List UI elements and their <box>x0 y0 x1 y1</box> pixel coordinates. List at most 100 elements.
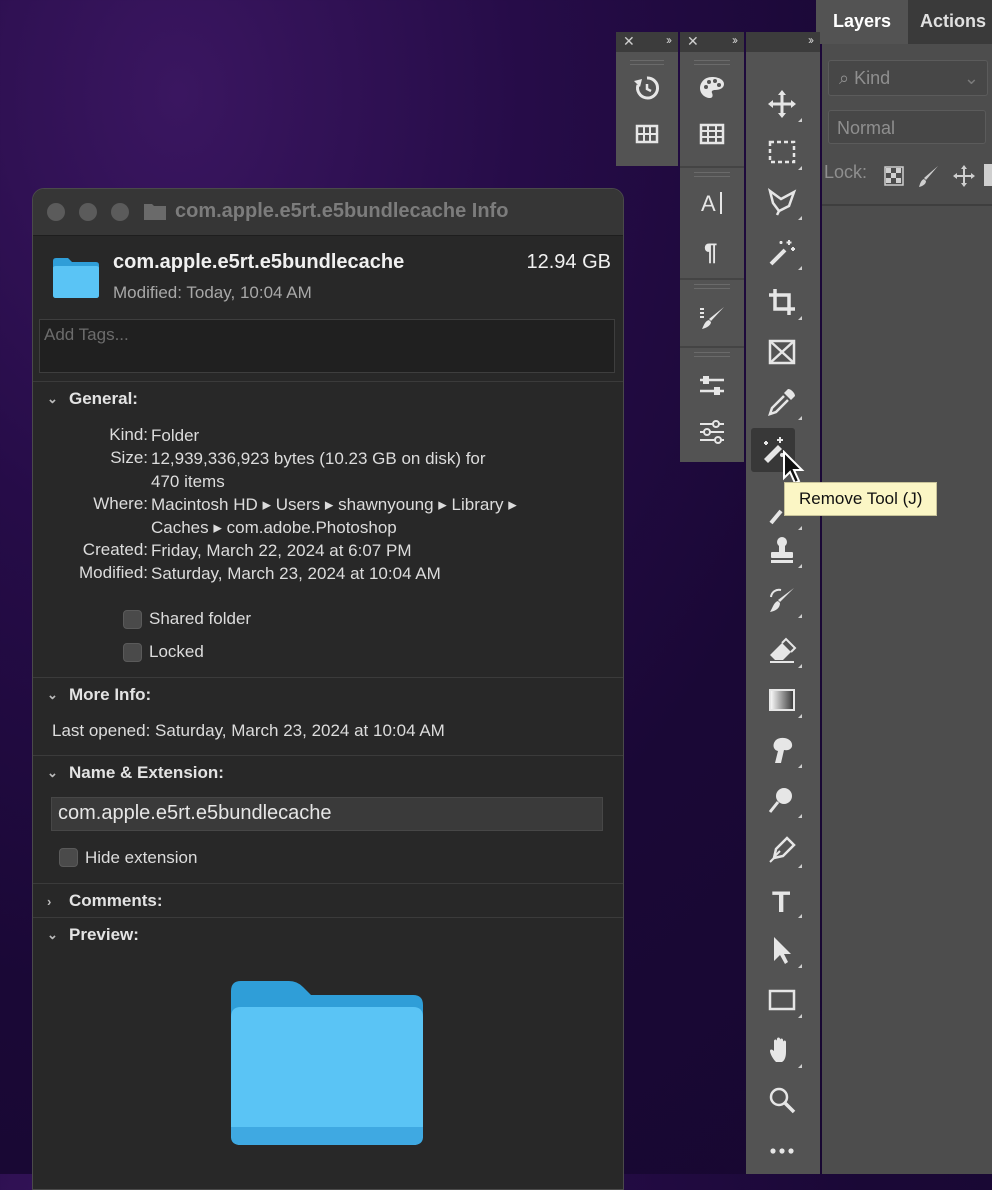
blend-mode-select[interactable]: Normal <box>828 110 986 144</box>
properties-icon <box>700 376 724 395</box>
color-button[interactable] <box>690 66 734 110</box>
panel-divider <box>680 166 744 168</box>
lock-position-icon[interactable] <box>952 164 976 188</box>
where-value-line1: Macintosh HD ▸ Users ▸ shawnyoung ▸ Libr… <box>151 495 517 514</box>
lock-transparent-pixels-icon[interactable] <box>884 166 904 186</box>
panel-grip[interactable] <box>694 284 730 289</box>
preview-section-toggle[interactable]: ⌄ Preview: <box>47 925 139 945</box>
gradient-icon <box>769 689 795 711</box>
divider <box>33 883 623 884</box>
divider <box>33 677 623 678</box>
swatches-button[interactable] <box>690 112 734 156</box>
zoom-window-button[interactable] <box>111 203 129 221</box>
tags-field[interactable]: Add Tags... <box>39 319 615 373</box>
size-value-line1: 12,939,336,923 bytes (10.23 GB on disk) … <box>151 449 486 468</box>
locked-checkbox[interactable] <box>123 643 142 662</box>
panel-header: ✕ ›› <box>616 32 678 52</box>
zoom-tool[interactable] <box>760 1078 804 1122</box>
clone-stamp-tool[interactable] <box>760 528 804 572</box>
history-icon <box>634 76 659 100</box>
panel-grip[interactable] <box>694 172 730 177</box>
modified-label: Modified: <box>79 563 148 582</box>
artboards-button[interactable] <box>625 112 669 156</box>
marquee-tool[interactable] <box>760 130 804 174</box>
shared-folder-checkbox[interactable] <box>123 610 142 629</box>
general-section-toggle[interactable]: ⌄ General: <box>47 389 138 409</box>
swatches-grid-icon <box>699 123 725 145</box>
adjustments-button[interactable] <box>690 410 734 454</box>
rectangle-tool[interactable] <box>760 978 804 1022</box>
lock-all-icon[interactable] <box>984 164 992 186</box>
hand-tool[interactable] <box>760 1028 804 1072</box>
history-brush-tool[interactable] <box>760 578 804 622</box>
panel-divider <box>680 346 744 348</box>
close-icon[interactable]: ✕ <box>687 33 699 50</box>
more-dots-icon <box>770 1148 794 1154</box>
collapse-icon[interactable]: ›› <box>666 33 672 47</box>
type-tool[interactable]: T <box>760 878 804 922</box>
toolbar-header: ›› <box>746 32 820 52</box>
tab-actions[interactable]: Actions <box>920 0 992 44</box>
more-info-section-toggle[interactable]: ⌄ More Info: <box>47 685 151 705</box>
svg-text:¶: ¶ <box>704 239 717 265</box>
lasso-tool[interactable] <box>760 180 804 224</box>
edit-toolbar-button[interactable] <box>760 1128 804 1172</box>
panel-grip[interactable] <box>630 60 664 65</box>
brush-settings-button[interactable] <box>690 296 734 340</box>
adjustments-sliders-icon <box>700 420 724 444</box>
history-brush-icon <box>770 588 794 612</box>
paragraph-button[interactable]: ¶ <box>690 228 734 272</box>
properties-button[interactable] <box>690 364 734 408</box>
svg-text:A: A <box>701 191 716 216</box>
magic-wand-tool[interactable] <box>760 230 804 274</box>
pen-tool[interactable] <box>760 828 804 872</box>
name-field[interactable]: com.apple.e5rt.e5bundlecache <box>51 797 603 831</box>
lock-label: Lock: <box>824 162 868 182</box>
search-icon: ⌕ <box>839 68 850 88</box>
path-selection-tool[interactable] <box>760 928 804 972</box>
mouse-cursor-icon <box>783 450 805 485</box>
created-label: Created: <box>82 540 148 559</box>
collapse-icon[interactable]: ›› <box>732 33 738 47</box>
window-titlebar[interactable]: com.apple.e5rt.e5bundlecache Info <box>33 189 623 236</box>
shared-folder-label: Shared folder <box>149 609 252 628</box>
eyedropper-tool[interactable] <box>760 380 804 424</box>
panel-grip[interactable] <box>694 352 730 357</box>
folder-icon <box>53 258 99 298</box>
size-value-line2: 470 items <box>151 472 225 491</box>
gradient-tool[interactable] <box>760 678 804 722</box>
marquee-icon <box>768 140 796 164</box>
comments-section-toggle[interactable]: › Comments: <box>47 891 163 911</box>
crop-tool[interactable] <box>760 280 804 324</box>
comments-heading: Comments: <box>69 891 163 910</box>
tab-layers[interactable]: Layers <box>816 0 908 44</box>
move-icon <box>768 90 796 118</box>
history-panel-strip: ✕ ›› <box>616 32 678 166</box>
smudge-tool[interactable] <box>760 728 804 772</box>
lock-image-pixels-icon[interactable] <box>918 164 940 188</box>
move-tool[interactable] <box>760 82 804 126</box>
minimize-window-button[interactable] <box>79 203 97 221</box>
frame-tool[interactable] <box>760 330 804 374</box>
divider <box>33 917 623 918</box>
close-icon[interactable]: ✕ <box>623 33 635 50</box>
history-button[interactable] <box>625 66 669 110</box>
chevron-down-icon: ⌄ <box>47 391 58 406</box>
chevron-down-icon: ⌄ <box>47 927 58 942</box>
kind-filter-select[interactable]: ⌕ Kind ⌄ <box>828 60 988 96</box>
panel-grip[interactable] <box>694 60 730 65</box>
hide-extension-checkbox[interactable] <box>59 848 78 867</box>
layers-header-divider <box>822 204 992 206</box>
collapse-icon[interactable]: ›› <box>808 33 814 47</box>
eraser-tool[interactable] <box>760 628 804 672</box>
character-button[interactable]: A <box>690 180 734 224</box>
type-icon: T <box>772 886 790 915</box>
name-extension-section-toggle[interactable]: ⌄ Name & Extension: <box>47 763 224 783</box>
close-window-button[interactable] <box>47 203 65 221</box>
kind-filter-label: Kind <box>854 68 891 88</box>
folder-icon <box>144 204 166 220</box>
dodge-tool[interactable] <box>760 778 804 822</box>
last-opened: Last opened: Saturday, March 23, 2024 at… <box>52 721 445 740</box>
brush-settings-icon <box>700 307 724 329</box>
window-title: com.apple.e5rt.e5bundlecache Info <box>175 200 509 222</box>
